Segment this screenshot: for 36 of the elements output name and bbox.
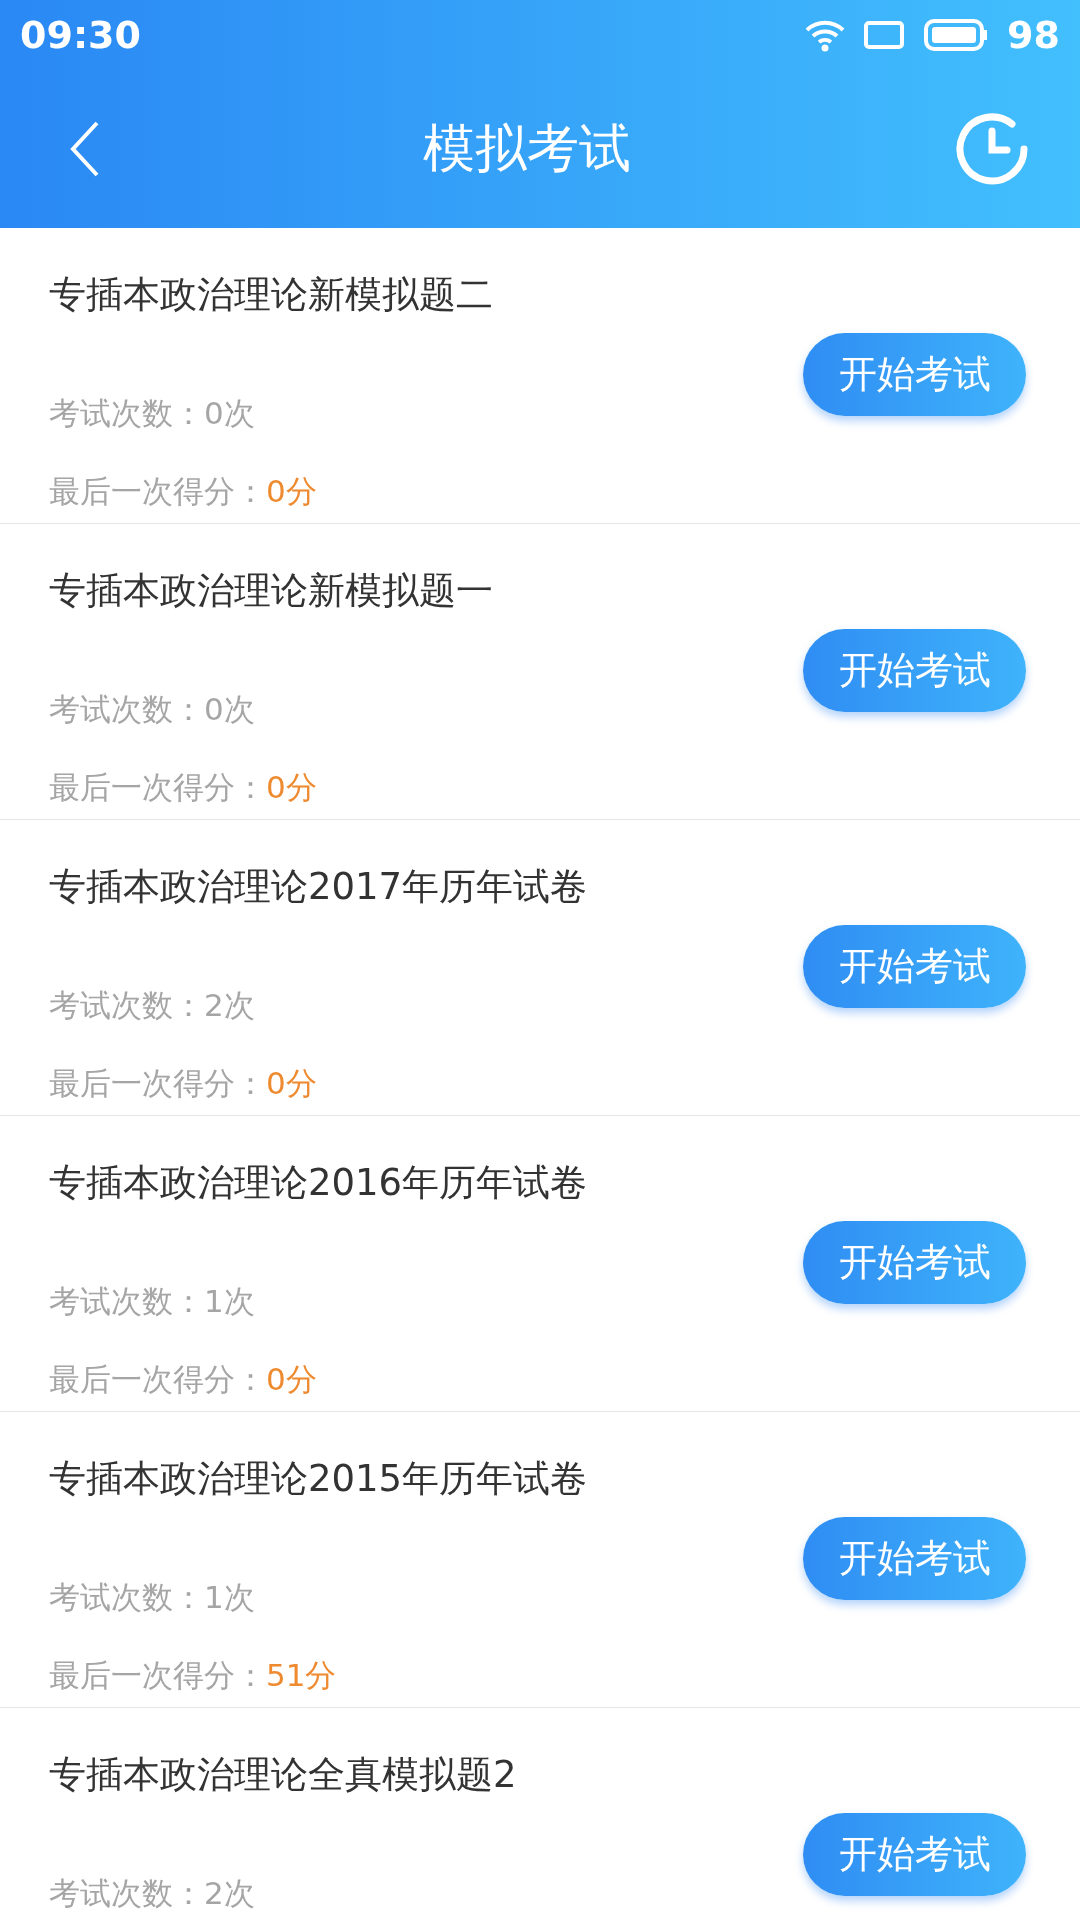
score-value: 0分 xyxy=(266,1064,317,1103)
exam-title: 专插本政治理论新模拟题二 xyxy=(49,272,494,318)
score-label: 最后一次得分： xyxy=(49,768,266,807)
exam-title: 专插本政治理论2016年历年试卷 xyxy=(49,1160,589,1206)
exam-row[interactable]: 专插本政治理论新模拟题一 考试次数：0次 最后一次得分：0分 开始考试 xyxy=(0,524,1080,820)
exam-row[interactable]: 专插本政治理论新模拟题二 考试次数：0次 最后一次得分：0分 开始考试 xyxy=(0,228,1080,524)
exam-title: 专插本政治理论全真模拟题2 xyxy=(49,1752,518,1798)
page-title: 模拟考试 xyxy=(423,117,631,180)
exam-row[interactable]: 专插本政治理论全真模拟题2 考试次数：2次 开始考试 xyxy=(0,1708,1080,1920)
clock-icon[interactable] xyxy=(954,111,1030,187)
exam-title: 专插本政治理论2017年历年试卷 xyxy=(49,864,589,910)
score-value: 0分 xyxy=(266,768,317,807)
exam-row[interactable]: 专插本政治理论2017年历年试卷 考试次数：2次 最后一次得分：0分 开始考试 xyxy=(0,820,1080,1116)
score-label: 最后一次得分： xyxy=(49,1064,266,1103)
battery-icon xyxy=(923,18,990,52)
exam-row[interactable]: 专插本政治理论2015年历年试卷 考试次数：1次 最后一次得分：51分 开始考试 xyxy=(0,1412,1080,1708)
attempt-count: 考试次数：1次 xyxy=(49,1578,256,1617)
exam-row[interactable]: 专插本政治理论2016年历年试卷 考试次数：1次 最后一次得分：0分 开始考试 xyxy=(0,1116,1080,1412)
attempt-count: 考试次数：0次 xyxy=(49,394,256,433)
battery-level: 98 xyxy=(1007,13,1060,57)
attempt-count: 考试次数：0次 xyxy=(49,690,256,729)
score-label: 最后一次得分： xyxy=(49,472,266,511)
score-value: 51分 xyxy=(266,1656,337,1695)
back-icon[interactable] xyxy=(70,121,100,177)
attempt-count: 考试次数：2次 xyxy=(49,1874,256,1913)
screen-icon xyxy=(863,20,906,50)
attempt-count: 考试次数：2次 xyxy=(49,986,256,1025)
score-value: 0分 xyxy=(266,1360,317,1399)
wifi-icon xyxy=(805,18,846,52)
exam-title: 专插本政治理论2015年历年试卷 xyxy=(49,1456,589,1502)
score-label: 最后一次得分： xyxy=(49,1656,266,1695)
score-value: 0分 xyxy=(266,472,317,511)
status-time: 09:30 xyxy=(20,13,142,57)
score-label: 最后一次得分： xyxy=(49,1360,266,1399)
exam-title: 专插本政治理论新模拟题一 xyxy=(49,568,494,614)
attempt-count: 考试次数：1次 xyxy=(49,1282,256,1321)
